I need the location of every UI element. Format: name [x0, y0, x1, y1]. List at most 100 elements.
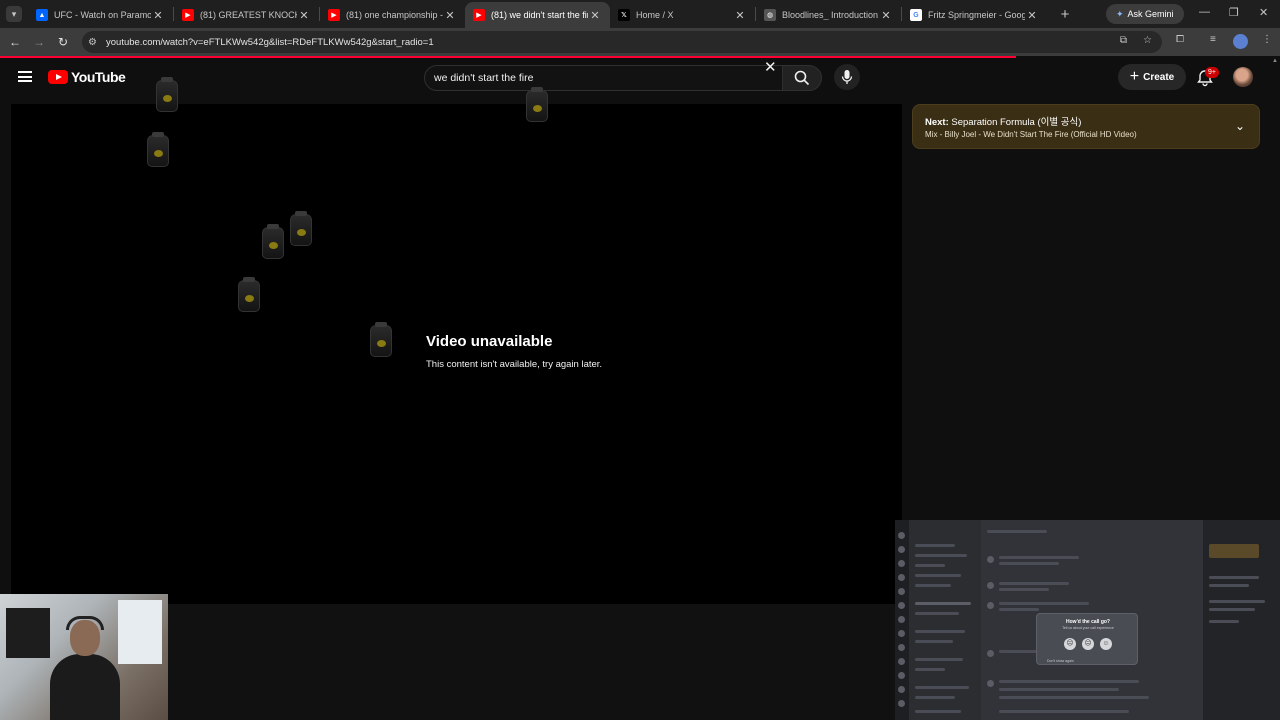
happy-face-icon[interactable]: ☺: [1100, 638, 1112, 650]
close-window-icon[interactable]: ✕: [1259, 6, 1268, 19]
youtube-wordmark: YouTube: [71, 69, 126, 85]
media-controls-icon[interactable]: ≡: [1210, 34, 1216, 45]
jar-graphic: [238, 277, 260, 312]
call-feedback-card: How'd the call go? Tell us about your ca…: [1036, 613, 1138, 665]
maximize-icon[interactable]: ❐: [1229, 6, 1239, 19]
youtube-logo[interactable]: YouTube: [48, 69, 126, 85]
microphone-icon: [841, 70, 853, 84]
sad-face-icon[interactable]: ☹: [1064, 638, 1076, 650]
tab-title: Home / X: [636, 10, 674, 20]
close-tab-icon[interactable]: ✕: [151, 9, 165, 22]
tab-title: (81) one championship - Yo: [346, 10, 443, 20]
tab-title: (81) we didn't start the fire: [491, 10, 588, 20]
search-input[interactable]: [434, 66, 754, 90]
account-avatar[interactable]: [1233, 67, 1253, 87]
create-button[interactable]: + Create: [1118, 64, 1186, 90]
jar-graphic: [147, 132, 169, 167]
ask-gemini-label: Ask Gemini: [1127, 9, 1174, 19]
tab-title: UFC - Watch on Paramount: [54, 10, 151, 20]
close-tab-icon[interactable]: ✕: [879, 9, 893, 22]
tab-title: Fritz Springmeier - Google: [928, 10, 1025, 20]
webcam-person-body: [50, 654, 120, 720]
paramount-icon: ▲: [36, 9, 48, 21]
voice-search-button[interactable]: [834, 64, 860, 90]
close-tab-icon[interactable]: ✕: [588, 9, 602, 22]
ask-gemini-button[interactable]: ✦ Ask Gemini: [1106, 4, 1184, 24]
tab-title: Bloodlines_ Introduction.do: [782, 10, 879, 20]
search-box: [424, 65, 786, 91]
tab-paramount[interactable]: ▲ UFC - Watch on Paramount ✕: [28, 2, 173, 28]
tab-search-chevron-icon[interactable]: ▾: [6, 6, 22, 22]
discord-overlay-window: How'd the call go? Tell us about your ca…: [895, 520, 1280, 720]
tab-fritz-springmeier[interactable]: G Fritz Springmeier - Google ✕: [902, 2, 1047, 28]
gemini-sparkle-icon: ✦: [1116, 8, 1124, 19]
discord-channel-list: [909, 520, 981, 720]
video-player[interactable]: Video unavailable This content isn't ava…: [11, 77, 902, 604]
clear-search-icon[interactable]: ✕: [764, 59, 777, 77]
forward-icon[interactable]: →: [27, 35, 51, 49]
tab-greatest-knockouts[interactable]: ▶ (81) GREATEST KNOCKOUTS ✕: [174, 2, 319, 28]
search-button[interactable]: [782, 65, 822, 91]
close-tab-icon[interactable]: ✕: [733, 9, 747, 22]
tab-home-x[interactable]: 𝕏 Home / X ✕: [610, 2, 755, 28]
site-info-icon[interactable]: ⚙: [88, 37, 104, 48]
discord-member-panel: [1203, 520, 1280, 720]
plus-icon: +: [1129, 68, 1140, 85]
reload-icon[interactable]: ↻: [51, 35, 75, 49]
youtube-play-icon: [48, 70, 68, 84]
webcam-overlay: [0, 594, 168, 720]
jar-graphic: [370, 322, 392, 357]
tab-we-didnt-start-the-fire[interactable]: ▶ (81) we didn't start the fire ✕: [465, 2, 610, 28]
browser-menu-icon[interactable]: ⋮: [1262, 34, 1272, 45]
tab-bloodlines[interactable]: ◍ Bloodlines_ Introduction.do ✕: [756, 2, 901, 28]
bookmark-star-icon[interactable]: ☆: [1143, 35, 1152, 46]
discord-server-rail: [895, 520, 909, 720]
jar-graphic: [526, 87, 548, 122]
youtube-icon: ▶: [182, 9, 194, 21]
tab-title: (81) GREATEST KNOCKOUTS: [200, 10, 297, 20]
youtube-masthead: YouTube ✕ + Create 9+: [0, 58, 1280, 98]
webcam-monitor-shape: [6, 608, 50, 658]
up-next-playlist-panel[interactable]: Next: Separation Formula (이별 공식) Mix - B…: [912, 104, 1260, 149]
jar-graphic: [262, 224, 284, 259]
address-bar[interactable]: ⚙ youtube.com/watch?v=eFTLKWw542g&list=R…: [82, 31, 1162, 53]
document-icon: ◍: [764, 9, 776, 21]
video-unavailable-message: This content isn't available, try again …: [426, 359, 603, 370]
video-unavailable-title: Video unavailable: [426, 333, 553, 350]
extensions-icon[interactable]: ⧠: [1176, 34, 1184, 45]
google-icon: G: [910, 9, 922, 21]
screen: ▾ ▲ UFC - Watch on Paramount ✕ ▶ (81) GR…: [0, 0, 1280, 720]
browser-profile-icon[interactable]: [1233, 34, 1248, 49]
webcam-window-shape: [118, 600, 162, 664]
jar-graphic: [156, 77, 178, 112]
omnibox-actions: ⧉ ☆: [1120, 35, 1152, 46]
minimize-icon[interactable]: —: [1199, 6, 1210, 18]
new-tab-icon[interactable]: +: [1053, 6, 1077, 23]
up-next-line: Next: Separation Formula (이별 공식): [925, 114, 1081, 128]
chevron-down-icon[interactable]: ⌄: [1235, 119, 1245, 133]
headphones-shape: [66, 616, 104, 630]
dont-show-again-checkbox[interactable]: Don't show again: [1047, 659, 1074, 663]
x-icon: 𝕏: [618, 9, 630, 21]
mix-playlist-title: Mix - Billy Joel - We Didn't Start The F…: [925, 130, 1137, 139]
call-feedback-subtitle: Tell us about your call experience: [1062, 626, 1114, 630]
install-app-icon[interactable]: ⧉: [1120, 35, 1127, 46]
youtube-icon: ▶: [328, 9, 340, 21]
hamburger-menu-icon[interactable]: [18, 71, 32, 82]
scrollbar-up-arrow-icon[interactable]: ▲: [1272, 58, 1280, 68]
back-icon[interactable]: ←: [3, 35, 27, 49]
jar-graphic: [290, 211, 312, 246]
tab-one-championship[interactable]: ▶ (81) one championship - Yo ✕: [320, 2, 465, 28]
up-next-title: Separation Formula (이별 공식): [951, 117, 1082, 128]
neutral-face-icon[interactable]: 😐: [1082, 638, 1094, 650]
close-tab-icon[interactable]: ✕: [1025, 9, 1039, 22]
youtube-icon: ▶: [473, 9, 485, 21]
create-label: Create: [1143, 71, 1175, 83]
search-icon: [794, 70, 810, 86]
browser-toolbar: ← → ↻ ⚙ youtube.com/watch?v=eFTLKWw542g&…: [0, 28, 1280, 56]
up-next-prefix: Next:: [925, 117, 949, 128]
call-feedback-title: How'd the call go?: [1066, 619, 1110, 625]
notification-count-badge: 9+: [1205, 67, 1219, 78]
close-tab-icon[interactable]: ✕: [297, 9, 311, 22]
close-tab-icon[interactable]: ✕: [443, 9, 457, 22]
